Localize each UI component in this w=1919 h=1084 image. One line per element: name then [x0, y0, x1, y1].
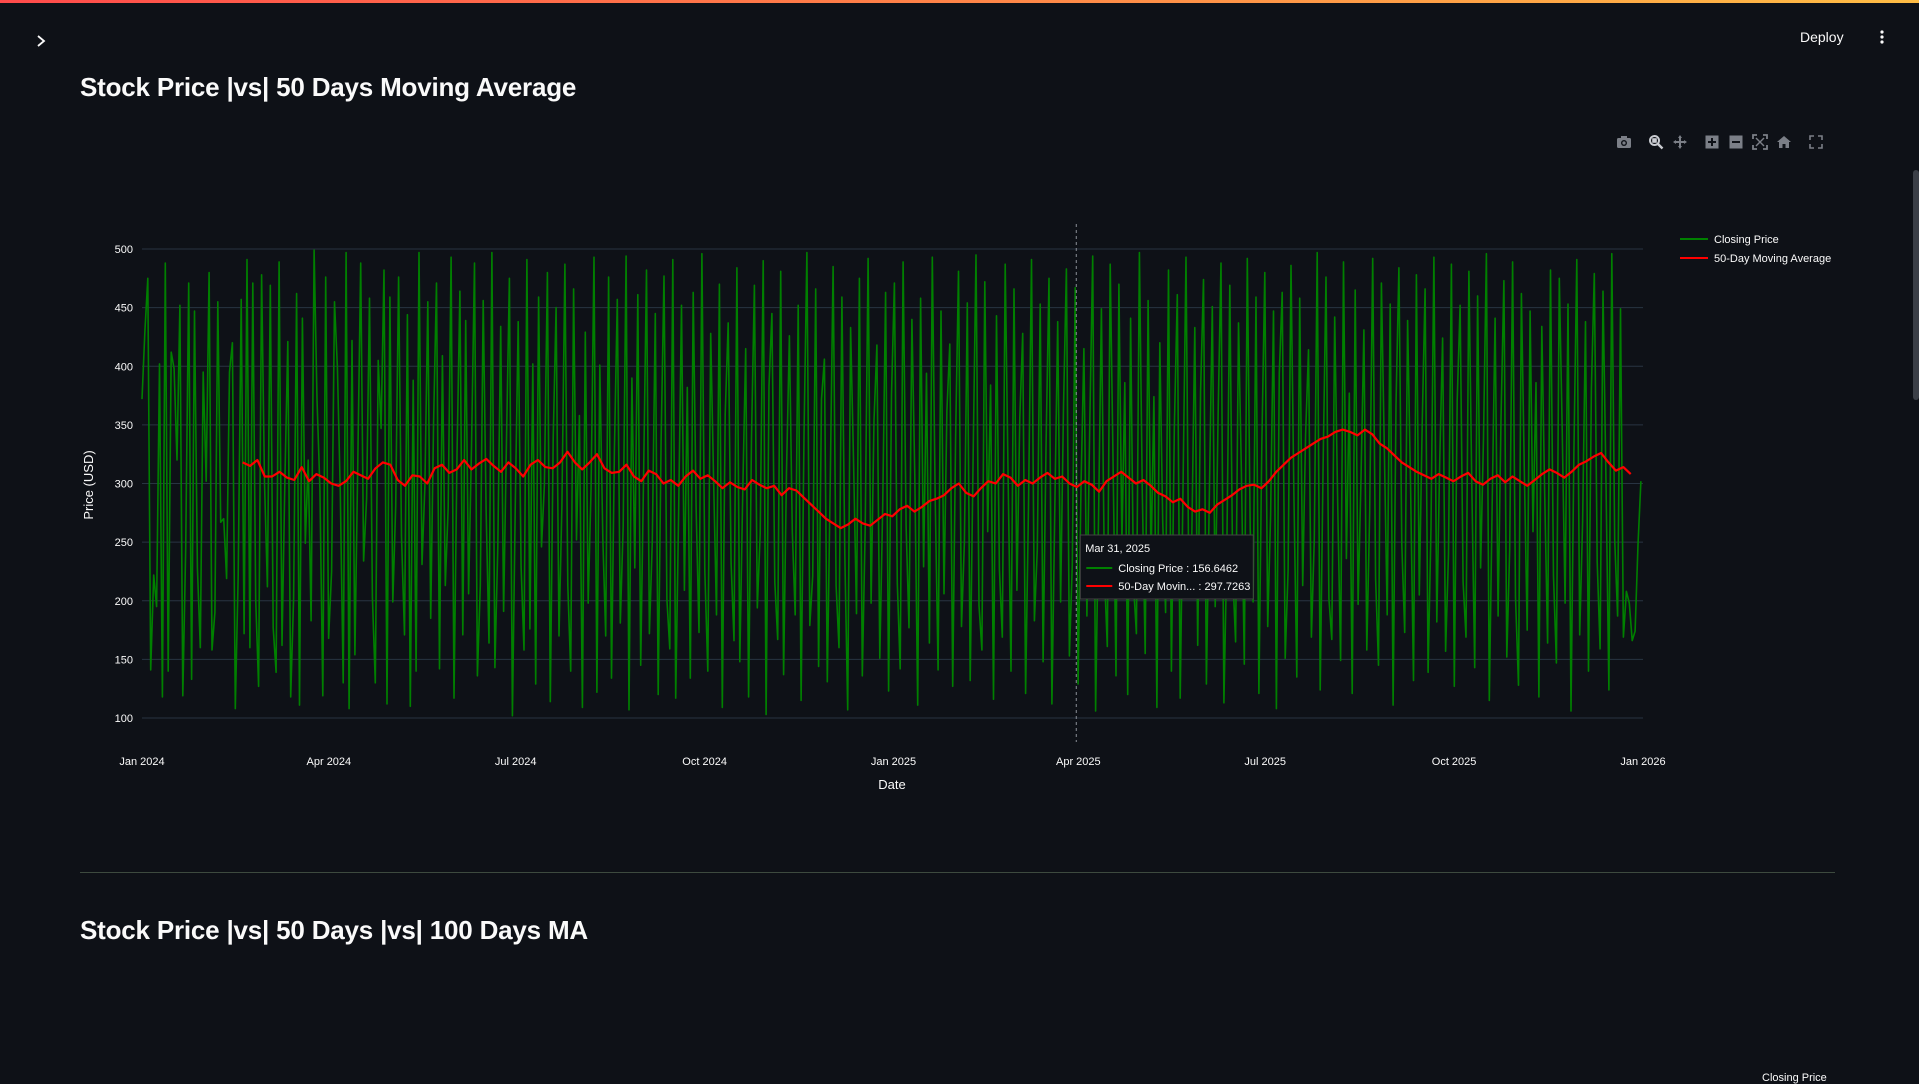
x-tick-label: Oct 2025	[1432, 756, 1477, 768]
y-tick-label: 400	[115, 361, 133, 373]
legend-item[interactable]: 50-Day Moving Average	[1714, 253, 1831, 265]
y-tick-label: 300	[115, 479, 133, 491]
y-tick-label: 100	[115, 713, 133, 725]
y-tick-label: 200	[115, 596, 133, 608]
second-chart-legend-partial: Closing Price	[1762, 1072, 1827, 1084]
section-title-ma100: Stock Price |vs| 50 Days |vs| 100 Days M…	[80, 915, 588, 945]
x-tick-label: Apr 2025	[1056, 756, 1101, 768]
x-tick-label: Jan 2025	[871, 756, 916, 768]
x-tick-label: Oct 2024	[682, 756, 727, 768]
x-axis-ticks: Jan 2024 Apr 2024 Jul 2024 Oct 2024 Jan 2025…	[119, 756, 1665, 768]
legend-item[interactable]: Closing Price	[1714, 234, 1779, 246]
closing-price-line	[141, 249, 1642, 717]
x-axis-title: Date	[878, 777, 905, 792]
moving-average-chart[interactable]: 100 150 200 250 300 350 400 450 500 Jan 2024 Apr …	[0, 0, 1919, 870]
x-tick-label: Jan 2026	[1620, 756, 1665, 768]
x-tick-label: Jan 2024	[119, 756, 164, 768]
chart-series	[141, 249, 1642, 717]
y-tick-label: 250	[115, 537, 133, 549]
x-tick-label: Jul 2024	[495, 756, 537, 768]
y-axis-ticks: 100 150 200 250 300 350 400 450 500	[115, 244, 133, 725]
page-scrollbar[interactable]	[1913, 170, 1919, 400]
chart-legend: Closing Price 50-Day Moving Average	[1680, 234, 1831, 265]
hover-closing-value: Closing Price : 156.6462	[1118, 563, 1238, 575]
section-divider	[80, 872, 1835, 873]
y-tick-label: 500	[115, 244, 133, 256]
y-tick-label: 450	[115, 303, 133, 315]
hover-tooltip: Mar 31, 2025 Closing Price : 156.6462 50…	[1079, 534, 1254, 600]
y-axis-title: Price (USD)	[81, 450, 96, 519]
x-tick-label: Jul 2025	[1244, 756, 1286, 768]
hover-ma-value: 50-Day Movin... : 297.7263	[1118, 581, 1250, 593]
y-tick-label: 350	[115, 420, 133, 432]
hover-date-label: Mar 31, 2025	[1085, 543, 1150, 555]
y-tick-label: 150	[115, 654, 133, 666]
x-tick-label: Apr 2024	[307, 756, 352, 768]
